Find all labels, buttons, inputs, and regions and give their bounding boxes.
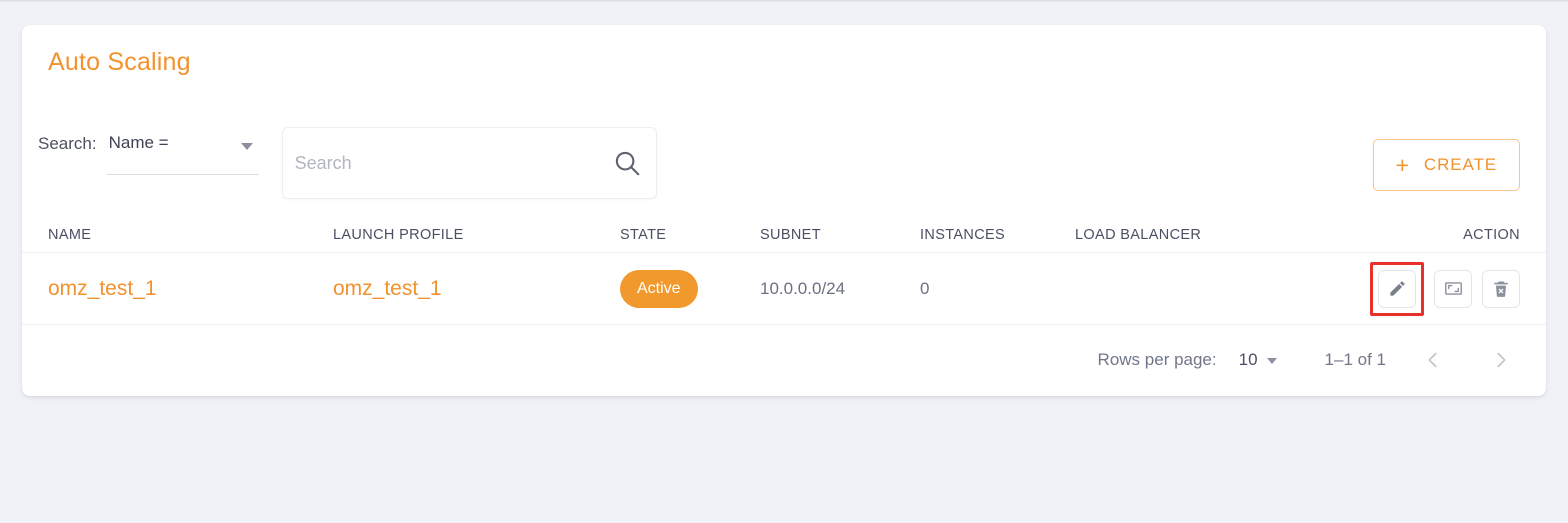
rows-per-page-label: Rows per page: bbox=[1097, 350, 1217, 369]
column-header-load-balancer: LOAD BALANCER bbox=[1075, 226, 1202, 243]
next-page-button[interactable] bbox=[1480, 339, 1522, 381]
row-subnet: 10.0.0.0/24 bbox=[760, 278, 846, 298]
filter-field-select[interactable]: Name = bbox=[106, 127, 259, 175]
scale-button[interactable] bbox=[1434, 269, 1472, 308]
delete-button[interactable] bbox=[1482, 269, 1520, 308]
row-name-link[interactable]: omz_test_1 bbox=[48, 277, 157, 300]
chevron-left-icon bbox=[1428, 352, 1437, 368]
edit-button-highlight bbox=[1370, 261, 1424, 316]
search-icon[interactable] bbox=[612, 148, 642, 178]
toolbar: Search: Name = + CREATE bbox=[22, 113, 1546, 199]
rows-per-page-select[interactable]: 10 bbox=[1239, 350, 1277, 370]
filter-field-value: Name = bbox=[108, 133, 169, 152]
create-button[interactable]: + CREATE bbox=[1372, 139, 1520, 191]
status-badge: Active bbox=[620, 269, 698, 308]
search-box bbox=[281, 127, 657, 199]
table-header-row: NAME LAUNCH PROFILE STATE SUBNET INSTANC… bbox=[22, 217, 1546, 253]
edit-button[interactable] bbox=[1378, 269, 1416, 308]
page-title: Auto Scaling bbox=[48, 48, 191, 76]
auto-scaling-card: Auto Scaling Search: Name = + CREATE bbox=[22, 25, 1546, 396]
pagination-range: 1–1 of 1 bbox=[1324, 350, 1386, 369]
column-header-launch-profile: LAUNCH PROFILE bbox=[333, 226, 464, 243]
column-header-instances: INSTANCES bbox=[920, 226, 1006, 243]
rows-per-page-value: 10 bbox=[1238, 350, 1258, 369]
search-label: Search: bbox=[38, 134, 97, 153]
search-input[interactable] bbox=[282, 128, 603, 198]
create-button-label: CREATE bbox=[1423, 155, 1497, 174]
chevron-down-icon bbox=[1266, 358, 1277, 364]
table-row: omz_test_1 omz_test_1 Active 10.0.0.0/24… bbox=[22, 253, 1546, 325]
resize-icon bbox=[1444, 282, 1462, 295]
search-controls: Search: Name = bbox=[38, 127, 657, 199]
previous-page-button[interactable] bbox=[1412, 339, 1454, 381]
auto-scaling-table: NAME LAUNCH PROFILE STATE SUBNET INSTANC… bbox=[22, 217, 1546, 325]
top-hairline bbox=[0, 0, 1568, 2]
pagination-footer: Rows per page: 10 1–1 of 1 bbox=[22, 324, 1546, 396]
row-launch-profile-link[interactable]: omz_test_1 bbox=[333, 277, 442, 300]
column-header-state: STATE bbox=[620, 226, 667, 243]
column-header-name: NAME bbox=[48, 226, 92, 243]
column-header-action: ACTION bbox=[1463, 226, 1520, 243]
column-header-subnet: SUBNET bbox=[760, 226, 821, 243]
row-actions bbox=[1352, 261, 1520, 316]
trash-x-icon bbox=[1494, 281, 1508, 297]
plus-icon: + bbox=[1395, 151, 1410, 178]
pencil-icon bbox=[1389, 281, 1405, 296]
chevron-down-icon bbox=[240, 143, 253, 150]
row-instances: 0 bbox=[920, 278, 930, 298]
chevron-right-icon bbox=[1497, 352, 1506, 368]
